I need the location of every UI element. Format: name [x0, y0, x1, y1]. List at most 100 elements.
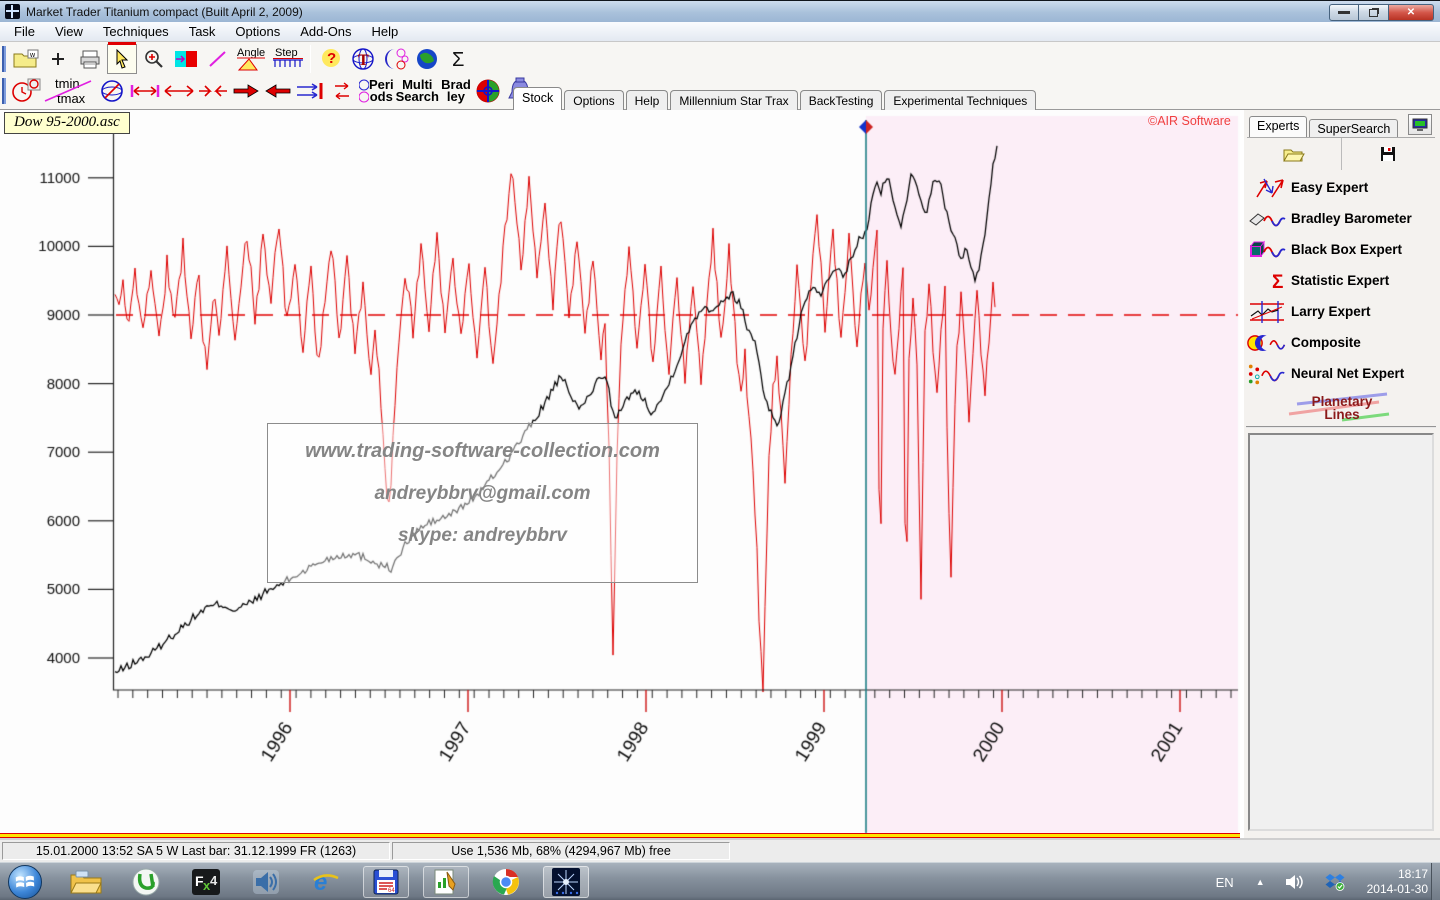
tab-experimental-techniques[interactable]: Experimental Techniques [884, 90, 1036, 111]
range-tool-button[interactable] [129, 76, 161, 106]
tab-backtesting[interactable]: BackTesting [800, 90, 883, 111]
svg-text:4: 4 [210, 873, 218, 888]
align-bar-button[interactable] [295, 76, 325, 106]
tray-clock[interactable]: 18:17 2014-01-30 [1367, 867, 1428, 897]
tray-time: 18:17 [1367, 867, 1428, 882]
compass-button[interactable] [97, 76, 127, 106]
tab-help[interactable]: Help [626, 90, 669, 111]
editor-app-taskbar-button[interactable] [423, 866, 469, 898]
expert-item-black-box-expert[interactable]: Black Box Expert [1247, 234, 1437, 265]
monitor-button[interactable] [1408, 114, 1432, 135]
angle-icon: Angle [235, 46, 269, 72]
line-tool-button[interactable] [203, 44, 233, 74]
help-button[interactable]: ? [316, 44, 346, 74]
expert-item-easy-expert[interactable]: Easy Expert [1247, 172, 1437, 203]
menu-task[interactable]: Task [179, 22, 226, 41]
experts-tab-supersearch[interactable]: SuperSearch [1309, 119, 1398, 137]
fx-app-taskbar-button[interactable]: Fx4 [189, 866, 223, 898]
chart-file-label[interactable]: Dow 95-2000.asc [4, 112, 130, 134]
open-file-button[interactable]: w [11, 44, 41, 74]
contract-tool-button[interactable] [197, 76, 229, 106]
ie-icon: e [311, 868, 341, 896]
menu-addons[interactable]: Add-Ons [290, 22, 361, 41]
add-button[interactable] [43, 44, 73, 74]
zoom-tool-button[interactable] [139, 44, 169, 74]
world-button[interactable] [412, 44, 442, 74]
text-globe-button[interactable]: T [348, 44, 378, 74]
arrow-expand-icon [163, 83, 195, 99]
small-arrows-button[interactable] [327, 76, 357, 106]
periods-button[interactable]: Periods [359, 76, 394, 106]
load-expert-button[interactable] [1247, 138, 1342, 170]
shift-left-button[interactable] [263, 76, 293, 106]
sigma-red-icon: Σ [1270, 270, 1288, 292]
periods-button-label: Periods [369, 79, 394, 103]
market-trader-taskbar-button[interactable] [543, 866, 589, 898]
toolbar-gripper[interactable] [2, 78, 6, 104]
volume-app-taskbar-button[interactable] [249, 866, 283, 898]
chart-lines-icon [1247, 299, 1291, 325]
explorer-taskbar-button[interactable] [69, 866, 103, 898]
menu-options[interactable]: Options [225, 22, 290, 41]
experts-panel-tabs: ExpertsSuperSearch [1249, 116, 1400, 137]
multi-search-button-label: MultiSearch [396, 79, 439, 103]
internet-explorer-taskbar-button[interactable]: e [309, 866, 343, 898]
title-bar[interactable]: Market Trader Titanium compact (Built Ap… [0, 0, 1440, 22]
restore-button[interactable] [1359, 4, 1389, 21]
magnifier-icon [144, 49, 164, 69]
folder-w-icon: w [13, 49, 39, 69]
menu-view[interactable]: View [45, 22, 93, 41]
expert-item-statistic-expert[interactable]: ΣStatistic Expert [1247, 265, 1437, 296]
show-desktop-button[interactable] [1431, 863, 1440, 900]
language-indicator[interactable]: EN [1216, 875, 1234, 890]
expert-item-neural-net-expert[interactable]: Neural Net Expert [1247, 358, 1437, 389]
start-button[interactable] [8, 865, 42, 899]
close-button[interactable]: ✕ [1389, 4, 1434, 21]
svg-text:tmin: tmin [55, 77, 80, 91]
multi-search-button[interactable]: MultiSearch [396, 76, 439, 106]
floppy-app-taskbar-button[interactable]: 64 [363, 866, 409, 898]
menu-techniques[interactable]: Techniques [93, 22, 179, 41]
svg-text:w: w [29, 52, 36, 59]
color-bars-button[interactable] [171, 44, 201, 74]
expert-item-composite[interactable]: Composite [1247, 327, 1437, 358]
expand-tool-button[interactable] [163, 76, 195, 106]
panel-separator [1246, 426, 1436, 428]
toolbar-gripper[interactable] [2, 46, 6, 72]
experts-tab-experts[interactable]: Experts [1249, 116, 1307, 137]
bradley-button-label: Bradley [441, 79, 471, 103]
tray-date: 2014-01-30 [1367, 882, 1428, 897]
statistics-button[interactable]: Σ [444, 44, 474, 74]
timer-button[interactable] [11, 76, 41, 106]
tray-chevron-up-icon[interactable]: ▲ [1256, 877, 1265, 887]
chrome-taskbar-button[interactable] [489, 866, 523, 898]
tray-volume-icon[interactable] [1285, 874, 1305, 890]
expert-label: Statistic Expert [1291, 273, 1389, 288]
angle-tool-button[interactable]: Angle [235, 44, 269, 74]
step-tool-button[interactable]: Step [271, 44, 305, 74]
tmin-tmax-button[interactable]: tmintmax [43, 76, 95, 106]
expert-item-planetary-lines[interactable]: PlanetaryLines [1247, 395, 1437, 421]
shift-right-button[interactable] [231, 76, 261, 106]
windows-orb-icon [15, 872, 35, 892]
window-title: Market Trader Titanium compact (Built Ap… [26, 5, 303, 19]
menu-help[interactable]: Help [362, 22, 409, 41]
expert-item-larry-expert[interactable]: Larry Expert [1247, 296, 1437, 327]
color-rect-icon [174, 49, 198, 69]
astro-cycles-button[interactable] [380, 44, 410, 74]
expert-label: Bradley Barometer [1291, 211, 1412, 226]
tab-millennium-star-trax[interactable]: Millennium Star Trax [670, 90, 797, 111]
target-button[interactable] [473, 76, 503, 106]
print-button[interactable] [75, 44, 105, 74]
compass-icon [100, 79, 124, 103]
minimize-button[interactable] [1329, 4, 1359, 21]
menu-file[interactable]: File [4, 22, 45, 41]
expert-item-bradley-barometer[interactable]: Bradley Barometer [1247, 203, 1437, 234]
utorrent-taskbar-button[interactable] [129, 866, 163, 898]
pointer-tool-button[interactable] [107, 44, 137, 74]
tab-options[interactable]: Options [564, 90, 623, 111]
tab-stock[interactable]: Stock [513, 87, 562, 111]
bradley-button[interactable]: Bradley [441, 76, 471, 106]
tray-dropbox-icon[interactable] [1325, 873, 1345, 891]
save-expert-button[interactable] [1342, 138, 1436, 170]
